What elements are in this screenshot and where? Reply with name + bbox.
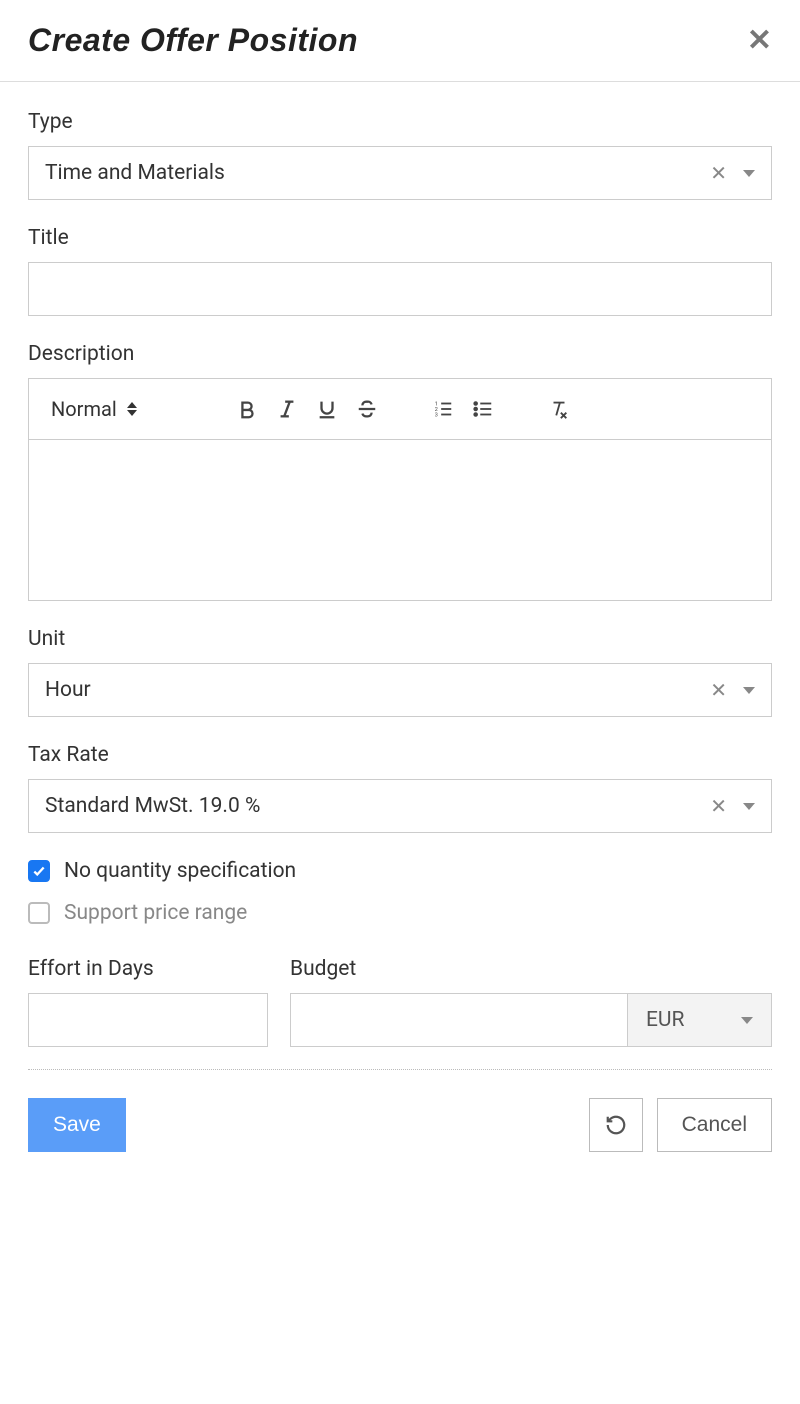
price-range-checkbox-row: Support price range [28,901,772,925]
unit-select[interactable]: Hour ✕ [28,663,772,717]
chevron-down-icon[interactable] [743,803,755,810]
tax-rate-select-value: Standard MwSt. 19.0 % [45,794,710,818]
effort-budget-row: Effort in Days Budget EUR [28,957,772,1047]
description-label: Description [28,342,772,366]
chevron-down-icon[interactable] [743,170,755,177]
currency-value: EUR [646,1008,741,1032]
dialog-title: Create Offer Position [28,22,358,59]
rich-text-editor: Normal [28,378,772,601]
effort-input[interactable] [28,993,268,1047]
close-icon[interactable]: ✕ [747,26,772,56]
budget-label: Budget [290,957,772,981]
ordered-list-icon[interactable]: 123 [423,398,463,420]
tax-rate-label: Tax Rate [28,743,772,767]
editor-toolbar: Normal [29,379,771,440]
clear-icon[interactable]: ✕ [710,680,727,700]
field-budget: Budget EUR [290,957,772,1047]
type-select[interactable]: Time and Materials ✕ [28,146,772,200]
svg-text:3: 3 [435,412,438,418]
title-label: Title [28,226,772,250]
field-unit: Unit Hour ✕ [28,627,772,717]
no-quantity-label: No quantity specification [64,859,296,883]
cancel-button[interactable]: Cancel [657,1098,772,1152]
dialog-footer: Save Cancel [28,1098,772,1152]
strikethrough-icon[interactable] [347,398,387,420]
bold-icon[interactable] [227,398,267,420]
effort-label: Effort in Days [28,957,268,981]
reset-button[interactable] [589,1098,643,1152]
price-range-label: Support price range [64,901,247,925]
price-range-checkbox[interactable] [28,902,50,924]
underline-icon[interactable] [307,398,347,420]
unordered-list-icon[interactable] [463,398,503,420]
dialog-header: Create Offer Position ✕ [0,0,800,82]
select-controls: ✕ [710,163,755,183]
unit-select-value: Hour [45,678,710,702]
no-quantity-checkbox-row: No quantity specification [28,859,772,883]
heading-style-value: Normal [51,397,117,421]
budget-input-group: EUR [290,993,772,1047]
budget-input[interactable] [290,993,627,1047]
unit-label: Unit [28,627,772,651]
sort-caret-icon [127,402,137,416]
clear-icon[interactable]: ✕ [710,796,727,816]
currency-select[interactable]: EUR [627,993,772,1047]
heading-style-select[interactable]: Normal [51,397,191,421]
type-select-value: Time and Materials [45,161,710,185]
field-tax-rate: Tax Rate Standard MwSt. 19.0 % ✕ [28,743,772,833]
chevron-down-icon[interactable] [743,687,755,694]
description-textarea[interactable] [29,440,771,600]
dialog-body: Type Time and Materials ✕ Title Descript… [0,82,800,1180]
save-button[interactable]: Save [28,1098,126,1152]
clear-icon[interactable]: ✕ [710,163,727,183]
type-label: Type [28,110,772,134]
divider [28,1069,772,1070]
no-quantity-checkbox[interactable] [28,860,50,882]
field-description: Description Normal [28,342,772,601]
field-effort: Effort in Days [28,957,268,1047]
title-input[interactable] [28,262,772,316]
chevron-down-icon [741,1017,753,1024]
clear-formatting-icon[interactable] [539,398,579,420]
italic-icon[interactable] [267,398,307,420]
select-controls: ✕ [710,680,755,700]
undo-icon [605,1114,627,1136]
select-controls: ✕ [710,796,755,816]
field-type: Type Time and Materials ✕ [28,110,772,200]
field-title: Title [28,226,772,316]
tax-rate-select[interactable]: Standard MwSt. 19.0 % ✕ [28,779,772,833]
